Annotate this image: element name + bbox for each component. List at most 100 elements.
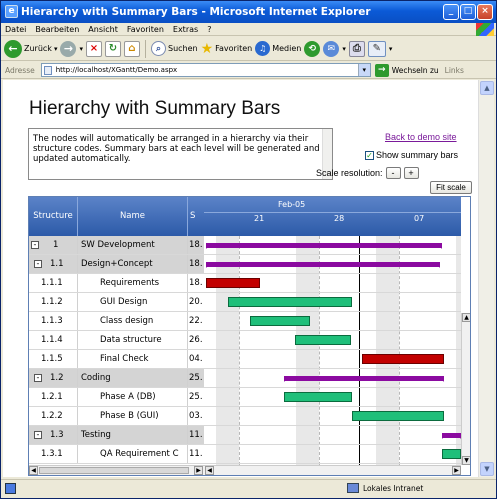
menu-favoriten[interactable]: Favoriten (127, 25, 164, 34)
menu-bearbeiten[interactable]: Bearbeiten (35, 25, 79, 34)
page-vertical-scrollbar[interactable]: ▲ ▼ (478, 80, 494, 477)
minimize-button[interactable]: _ (443, 4, 459, 20)
scroll-right-icon[interactable]: ▶ (452, 466, 461, 475)
back-label: Zurück (24, 44, 52, 53)
scroll-down-icon[interactable]: ▼ (480, 462, 494, 476)
scale-resolution: Scale resolution: - + (316, 167, 419, 179)
structure-cell: 1.1.5 (29, 350, 78, 368)
task-bar[interactable] (206, 278, 260, 288)
column-header-structure[interactable]: Structure (29, 197, 78, 236)
back-dropdown-icon[interactable]: ▾ (54, 45, 58, 53)
table-row[interactable]: 1.1.5 Final Check 04. (29, 350, 204, 369)
table-row[interactable]: 1.1.2 GUI Design 20. (29, 293, 204, 312)
media-button[interactable]: ♫ Medien (255, 41, 301, 56)
show-summary-checkbox[interactable]: ✓ (365, 150, 374, 160)
structure-cell: 1.1.2 (29, 293, 78, 311)
menu-extras[interactable]: Extras (173, 25, 198, 34)
go-arrow-icon: → (374, 63, 389, 77)
forward-arrow-icon[interactable]: → (60, 40, 77, 57)
start-cell: 18. (188, 255, 204, 273)
table-row[interactable]: -1.2 Coding 25. (29, 369, 204, 388)
gantt-control: Structure Name S -1 SW Development 18. -1.1… (28, 196, 471, 476)
task-bar[interactable] (362, 354, 444, 364)
back-button[interactable]: ← Zurück ▾ (4, 39, 58, 58)
description-textarea[interactable]: The nodes will automatically be arranged… (28, 128, 333, 180)
table-row[interactable]: 1.1.3 Class design 22. (29, 312, 204, 331)
start-cell: 04. (189, 354, 203, 364)
scroll-thumb[interactable] (39, 467, 189, 474)
page-icon (43, 65, 52, 75)
table-row[interactable]: -1 SW Development 18. (29, 236, 204, 255)
column-header-name[interactable]: Name (78, 197, 188, 236)
scroll-left-icon[interactable]: ◀ (205, 466, 214, 475)
task-bar[interactable] (442, 449, 461, 459)
intranet-icon (347, 483, 359, 493)
timeline-day-row: 21 28 07 (204, 213, 461, 236)
start-cell: 26. (189, 335, 203, 345)
print-icon[interactable]: ⎙ (348, 40, 365, 57)
summary-bar[interactable] (284, 376, 444, 382)
scroll-up-icon[interactable]: ▲ (480, 81, 494, 95)
refresh-icon[interactable]: ↻ (104, 40, 121, 57)
zoom-out-button[interactable]: - (385, 167, 401, 179)
address-dropdown-icon[interactable]: ▾ (357, 64, 370, 76)
close-button[interactable]: × (477, 4, 493, 20)
forward-dropdown-icon[interactable]: ▾ (79, 45, 83, 53)
maximize-button[interactable]: □ (460, 4, 476, 20)
task-bar[interactable] (284, 392, 352, 402)
windows-logo-icon (476, 23, 494, 36)
menu-help[interactable]: ? (207, 25, 211, 34)
home-icon[interactable]: ⌂ (123, 40, 140, 57)
favorites-button[interactable]: ★ Favoriten (201, 41, 253, 57)
table-row[interactable]: -1.1 Design+Concept 18. (29, 255, 204, 274)
table-row[interactable]: 1.2.1 Phase A (DB) 25. (29, 388, 204, 407)
row-divider (204, 330, 461, 331)
gantt-vertical-scrollbar[interactable]: ▲ ▼ (461, 313, 470, 465)
task-bar[interactable] (352, 411, 444, 421)
edit-icon[interactable]: ✎ (367, 40, 386, 57)
structure-cell: 1.3.1 (29, 445, 78, 463)
name-cell: Requirements (78, 274, 188, 292)
mail-dropdown-icon[interactable]: ▾ (342, 45, 346, 53)
scroll-up-icon[interactable]: ▲ (462, 313, 470, 322)
collapse-icon[interactable]: - (34, 431, 42, 439)
edit-dropdown-icon[interactable]: ▾ (389, 45, 393, 53)
favorites-label: Favoriten (215, 44, 253, 53)
go-button[interactable]: → Wechseln zu (374, 63, 439, 77)
search-button[interactable]: ⌕ Suchen (150, 41, 198, 56)
mail-icon[interactable]: ✉ (323, 40, 340, 57)
table-row[interactable]: 1.1.4 Data structure 26. (29, 331, 204, 350)
table-row[interactable]: 1.1.1 Requirements 18. (29, 274, 204, 293)
fit-scale-button[interactable]: Fit scale (430, 181, 472, 194)
table-row[interactable]: 1.3.1 QA Requirement C 11. (29, 445, 204, 464)
task-bar[interactable] (250, 316, 310, 326)
task-bar[interactable] (295, 335, 351, 345)
structure-code: 1.3 (50, 430, 64, 440)
scroll-down-icon[interactable]: ▼ (462, 456, 470, 465)
scroll-left-icon[interactable]: ◀ (29, 466, 38, 475)
name-cell: QA Requirement C (78, 445, 188, 463)
name-cell: GUI Design (78, 293, 188, 311)
table-row[interactable]: -1.3 Testing 11. (29, 426, 204, 445)
menu-datei[interactable]: Datei (5, 25, 26, 34)
collapse-icon[interactable]: - (34, 374, 42, 382)
column-header-start[interactable]: S (188, 197, 204, 236)
collapse-icon[interactable]: - (31, 241, 39, 249)
table-row[interactable]: 1.2.2 Phase B (GUI) 03. (29, 407, 204, 426)
links-button[interactable]: Links (445, 66, 464, 75)
summary-bar[interactable] (206, 262, 440, 268)
scroll-right-icon[interactable]: ▶ (194, 466, 203, 475)
week-gridline (239, 236, 240, 465)
collapse-icon[interactable]: - (34, 260, 42, 268)
stop-icon[interactable]: × (85, 40, 102, 57)
back-to-demo-link[interactable]: Back to demo site (385, 132, 457, 142)
summary-bar[interactable] (206, 243, 442, 249)
history-icon[interactable]: ⟲ (304, 40, 321, 57)
address-input[interactable]: http://localhost/XGantt/Demo.aspx ▾ (40, 63, 371, 77)
summary-bar[interactable] (442, 433, 461, 439)
gantt-horizontal-scrollbar[interactable]: ◀ ▶ ◀ ▶ (29, 465, 461, 475)
show-summary-option[interactable]: ✓ Show summary bars (365, 150, 458, 160)
zoom-in-button[interactable]: + (403, 167, 419, 179)
menu-ansicht[interactable]: Ansicht (88, 25, 118, 34)
task-bar[interactable] (228, 297, 352, 307)
